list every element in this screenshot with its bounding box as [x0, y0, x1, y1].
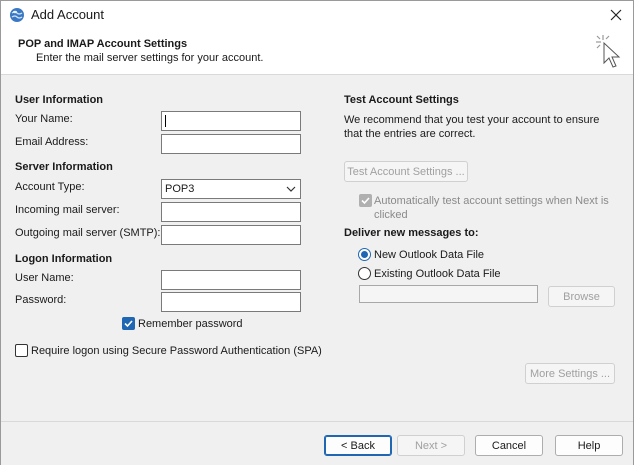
title-bar: Add Account: [1, 1, 633, 29]
checkmark-icon: [124, 320, 133, 328]
new-data-file-radio[interactable]: [358, 248, 371, 261]
user-name-label: User Name:: [15, 272, 74, 284]
email-label: Email Address:: [15, 136, 89, 148]
next-button[interactable]: Next >: [397, 435, 465, 456]
existing-data-file-radio[interactable]: [358, 267, 371, 280]
email-input[interactable]: [161, 134, 301, 154]
text-caret: [165, 115, 166, 127]
deliver-heading: Deliver new messages to:: [344, 227, 479, 239]
account-type-select[interactable]: POP3: [161, 179, 301, 199]
outgoing-server-input[interactable]: [161, 225, 301, 245]
password-input[interactable]: [161, 292, 301, 312]
close-button[interactable]: [601, 3, 631, 27]
close-icon: [610, 9, 622, 21]
account-type-value: POP3: [165, 183, 195, 195]
server-info-heading: Server Information: [15, 161, 113, 173]
test-settings-heading: Test Account Settings: [344, 94, 459, 106]
browse-button[interactable]: Browse: [548, 286, 615, 307]
help-button[interactable]: Help: [555, 435, 623, 456]
dialog-content: User Information Your Name: Email Addres…: [1, 76, 633, 421]
existing-data-file-path[interactable]: [359, 285, 538, 303]
logon-info-heading: Logon Information: [15, 253, 113, 265]
spa-checkbox[interactable]: [15, 344, 28, 357]
header-subtitle: Enter the mail server settings for your …: [36, 52, 264, 64]
dialog-footer: < Back Next > Cancel Help: [1, 421, 633, 465]
remember-password-checkbox[interactable]: [122, 317, 135, 330]
add-account-dialog: Add Account POP and IMAP Account Setting…: [0, 0, 634, 465]
cancel-button[interactable]: Cancel: [475, 435, 543, 456]
window-title: Add Account: [31, 7, 104, 22]
new-data-file-label: New Outlook Data File: [374, 249, 485, 261]
remember-password-label: Remember password: [138, 318, 243, 330]
spa-label: Require logon using Secure Password Auth…: [31, 345, 322, 357]
auto-test-checkbox[interactable]: [359, 194, 372, 207]
auto-test-label: Automatically test account settings when…: [374, 195, 609, 221]
incoming-server-label: Incoming mail server:: [15, 204, 120, 216]
account-type-label: Account Type:: [15, 181, 85, 193]
existing-data-file-label: Existing Outlook Data File: [374, 268, 501, 280]
user-name-input[interactable]: [161, 270, 301, 290]
outlook-globe-icon: [9, 7, 25, 23]
header-title: POP and IMAP Account Settings: [18, 38, 188, 50]
outgoing-server-label: Outgoing mail server (SMTP):: [15, 227, 161, 239]
your-name-label: Your Name:: [15, 113, 73, 125]
test-account-settings-button[interactable]: Test Account Settings ...: [344, 161, 468, 182]
your-name-input[interactable]: [161, 111, 301, 131]
incoming-server-input[interactable]: [161, 202, 301, 222]
more-settings-button[interactable]: More Settings ...: [525, 363, 615, 384]
user-info-heading: User Information: [15, 94, 104, 106]
back-button[interactable]: < Back: [324, 435, 392, 456]
password-label: Password:: [15, 294, 67, 306]
checkmark-icon: [361, 197, 370, 205]
click-cursor-icon: [596, 35, 621, 68]
chevron-down-icon: [282, 180, 300, 198]
dialog-header: POP and IMAP Account Settings Enter the …: [1, 29, 633, 75]
test-settings-description: We recommend that you test your account …: [344, 114, 600, 140]
